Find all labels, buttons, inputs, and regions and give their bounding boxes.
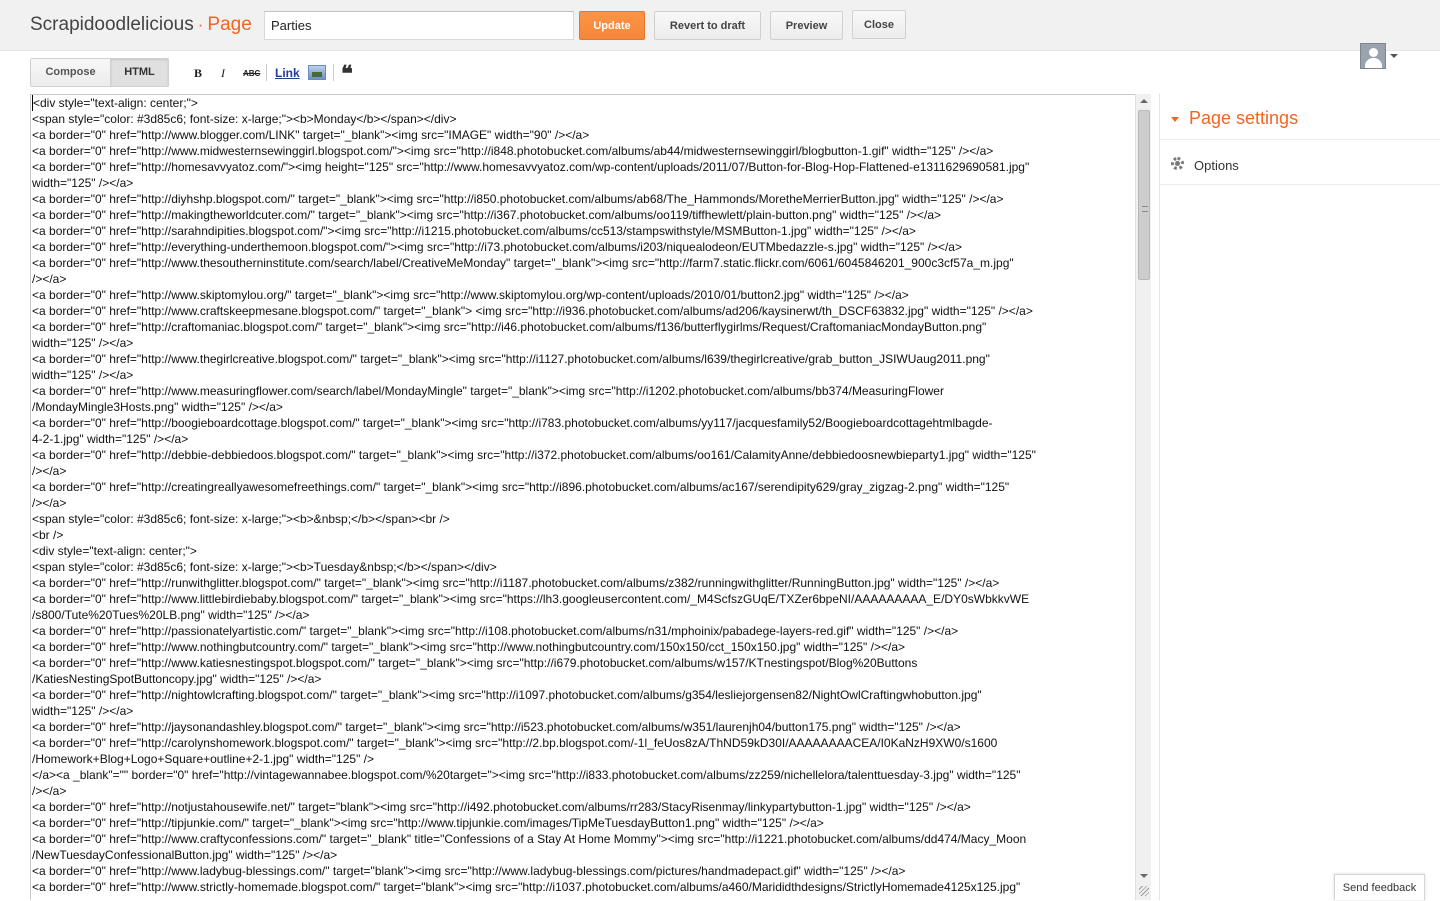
- code-line: <a border="0" href="http://www.littlebir…: [32, 592, 1030, 606]
- strikethrough-icon[interactable]: ABC: [243, 69, 260, 78]
- revert-to-draft-button[interactable]: Revert to draft: [654, 11, 761, 40]
- code-line: <a border="0" href="http://www.katiesnes…: [32, 656, 918, 670]
- code-line: <a border="0" href="http://carolynshomew…: [32, 736, 998, 750]
- toolbar-divider: [333, 64, 334, 81]
- quote-icon[interactable]: ❝: [341, 61, 353, 87]
- html-editor[interactable]: <div style="text-align: center;"> <span s…: [30, 94, 1151, 900]
- italic-icon[interactable]: I: [221, 66, 225, 81]
- code-line: <a border="0" href="http://www.measuring…: [32, 384, 944, 398]
- code-line: /></a>: [32, 272, 67, 286]
- page-settings-sidebar: Page settings Options: [1159, 94, 1440, 900]
- update-button[interactable]: Update: [579, 11, 645, 40]
- code-line: <div style="text-align: center;">: [32, 544, 197, 558]
- code-line: /></a>: [32, 496, 67, 510]
- code-line: <a border="0" href="http://creatingreall…: [32, 480, 1010, 494]
- code-line: <span style="color: #3d85c6; font-size: …: [32, 512, 450, 526]
- scroll-up-icon[interactable]: [1140, 99, 1148, 103]
- options-label: Options: [1194, 158, 1239, 173]
- blog-brand: Scrapidoodlelicious · Page: [30, 14, 252, 36]
- compose-mode-button[interactable]: Compose: [31, 59, 111, 86]
- code-line: <a border="0" href="http://debbie-debbie…: [32, 448, 1036, 462]
- code-line: <a border="0" href="http://boogieboardco…: [32, 416, 993, 430]
- code-line: <a border="0" href="http://jaysonandashl…: [32, 720, 961, 734]
- code-line: <a border="0" href="http://tipjunkie.com…: [32, 816, 824, 830]
- code-line: <a border="0" href="http://diyhshp.blogs…: [32, 192, 1004, 206]
- code-line: <a border="0" href="http://www.strictly-…: [32, 880, 1021, 894]
- code-line: <a border="0" href="http://makingtheworl…: [32, 208, 942, 222]
- send-feedback-button[interactable]: Send feedback: [1334, 874, 1425, 900]
- code-line: /Homework+Blog+Logo+Square+outline+2-1.j…: [32, 752, 375, 766]
- code-line: <a border="0" href="http://www.nothingbu…: [32, 640, 906, 654]
- code-line: </a><a _blank"="" border="0" href="http:…: [32, 768, 1021, 782]
- code-line: width="125" /></a>: [32, 368, 134, 382]
- code-line: /NewTuesdayConfessionalButton.jpg" width…: [32, 848, 338, 862]
- image-icon[interactable]: [308, 65, 326, 80]
- editor-mode-switch: Compose HTML: [30, 58, 169, 87]
- page-settings-title: Page settings: [1189, 108, 1299, 128]
- html-mode-button[interactable]: HTML: [111, 59, 168, 86]
- code-line: <span style="color: #3d85c6; font-size: …: [32, 560, 497, 574]
- code-line: 4-2-1.jpg" width="125" /></a>: [32, 432, 189, 446]
- resize-handle-icon[interactable]: [1139, 886, 1149, 896]
- page-title-input[interactable]: [264, 11, 574, 40]
- avatar-icon[interactable]: [1360, 43, 1386, 69]
- editor-scrollbar[interactable]: [1135, 94, 1151, 900]
- caret-down-icon: [1171, 117, 1179, 122]
- code-line: <a border="0" href="http://www.thesouthe…: [32, 256, 1014, 270]
- code-line: <a border="0" href="http://www.thegirlcr…: [32, 352, 990, 366]
- close-button[interactable]: Close: [852, 10, 906, 39]
- toolbar-divider: [266, 64, 267, 81]
- code-line: <a border="0" href="http://www.craftycon…: [32, 832, 1027, 846]
- post-kind-label: Page: [207, 14, 252, 35]
- code-line: width="125" /></a>: [32, 176, 134, 190]
- code-line: <a border="0" href="http://sarahndipitie…: [32, 224, 916, 238]
- code-line: <a border="0" href="http://www.ladybug-b…: [32, 864, 906, 878]
- code-line: <div style="text-align: center;">: [32, 95, 1132, 111]
- code-line: <a border="0" href="http://www.blogger.c…: [32, 128, 590, 142]
- gear-icon: [1171, 157, 1184, 170]
- brand-separator: ·: [197, 15, 204, 34]
- scrollbar-thumb[interactable]: [1138, 110, 1150, 280]
- code-line: <a border="0" href="http://www.skiptomyl…: [32, 288, 909, 302]
- editor-toolbar: Compose HTML B I ABC Link ❝: [0, 51, 1440, 94]
- code-line: width="125" /></a>: [32, 336, 134, 350]
- scroll-down-icon[interactable]: [1140, 874, 1148, 878]
- preview-button[interactable]: Preview: [770, 11, 843, 40]
- blog-name[interactable]: Scrapidoodlelicious: [30, 14, 194, 35]
- html-source-text[interactable]: <div style="text-align: center;"> <span s…: [32, 95, 1132, 895]
- code-line: /MondayMingle3Hosts.png" width="125" /><…: [32, 400, 283, 414]
- code-line: /></a>: [32, 784, 67, 798]
- code-line: width="125" /></a>: [32, 704, 134, 718]
- code-line: /KatiesNestingSpotButtoncopy.jpg" width=…: [32, 672, 322, 686]
- code-line: <a border="0" href="http://homesavvyatoz…: [32, 160, 1030, 174]
- code-line: /s800/Tute%20Tues%20LB.png" width="125" …: [32, 608, 310, 622]
- link-button[interactable]: Link: [275, 66, 300, 80]
- code-line: <a border="0" href="http://www.midwester…: [32, 144, 994, 158]
- grip-icon: [1142, 206, 1148, 212]
- code-line: /></a>: [32, 464, 67, 478]
- code-line: <a border="0" href="http://runwithglitte…: [32, 576, 1000, 590]
- code-line: <span style="color: #3d85c6; font-size: …: [32, 112, 457, 126]
- options-item[interactable]: Options: [1160, 141, 1440, 185]
- page-settings-header[interactable]: Page settings: [1160, 94, 1440, 140]
- chevron-down-icon[interactable]: [1390, 54, 1398, 58]
- bold-icon[interactable]: B: [194, 66, 202, 81]
- code-line: <a border="0" href="http://craftomaniac.…: [32, 320, 987, 334]
- code-line: <a border="0" href="http://passionatelya…: [32, 624, 959, 638]
- code-line: <a border="0" href="http://www.craftskee…: [32, 304, 1033, 318]
- code-line: <br />: [32, 528, 64, 542]
- code-line: <a border="0" href="http://notjustahouse…: [32, 800, 971, 814]
- top-header: Scrapidoodlelicious·Page Update Revert t…: [0, 0, 1440, 51]
- code-line: <a border="0" href="http://everything-un…: [32, 240, 962, 254]
- code-line: <a border="0" href="http://nightowlcraft…: [32, 688, 982, 702]
